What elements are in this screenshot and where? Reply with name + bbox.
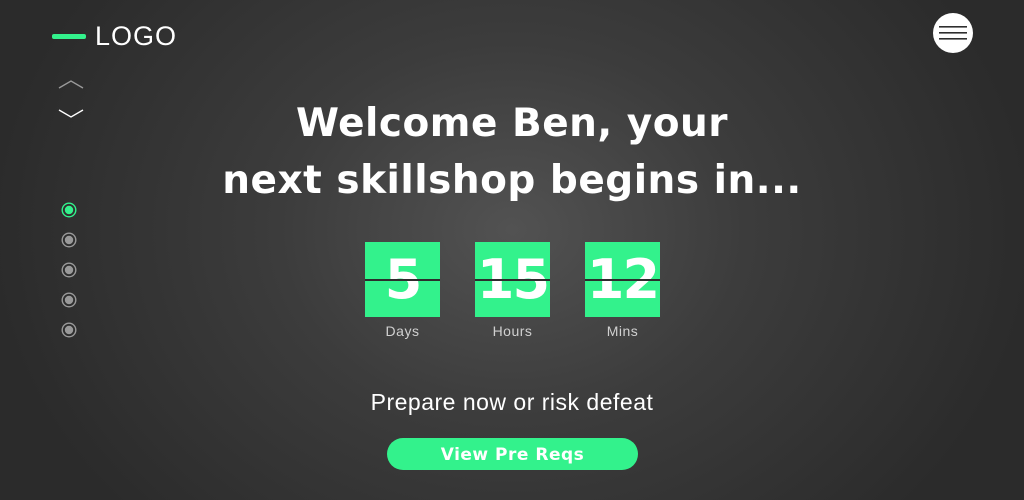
- section-pagination: [61, 202, 81, 352]
- logo-text: LOGO: [95, 20, 178, 51]
- countdown-tile: 15: [475, 242, 550, 317]
- hamburger-icon: [939, 26, 967, 40]
- page-title: Welcome Ben, your next skillshop begins …: [0, 95, 1024, 209]
- pagination-dot[interactable]: [61, 322, 77, 338]
- logo-accent-bar: [52, 33, 86, 39]
- menu-button[interactable]: [933, 13, 973, 53]
- tagline: Prepare now or risk defeat: [370, 389, 654, 415]
- pagination-dot[interactable]: [61, 262, 77, 278]
- chevron-up-icon: [58, 80, 84, 89]
- countdown-hours-label: Hours: [492, 323, 533, 339]
- pagination-dot[interactable]: [61, 292, 77, 308]
- countdown-mins: 12 Mins: [585, 242, 660, 339]
- countdown-mins-label: Mins: [606, 323, 639, 339]
- countdown-hours: 15 Hours: [475, 242, 550, 339]
- headline-line-1: Welcome Ben, your: [295, 101, 729, 146]
- headline-line-2: next skillshop begins in...: [222, 158, 802, 203]
- countdown-timer: 5 Days 15 Hours 12 Mins: [365, 242, 660, 339]
- scroll-up-button[interactable]: [58, 77, 84, 91]
- countdown-tile: 12: [585, 242, 660, 317]
- countdown-tile: 5: [365, 242, 440, 317]
- tile-divider: [585, 279, 660, 281]
- logo[interactable]: LOGO: [52, 20, 177, 52]
- countdown-days-label: Days: [385, 323, 420, 339]
- tile-divider: [365, 279, 440, 281]
- view-pre-reqs-button[interactable]: View Pre Reqs: [387, 438, 638, 470]
- tile-divider: [475, 279, 550, 281]
- countdown-days: 5 Days: [365, 242, 440, 339]
- pagination-dot[interactable]: [61, 232, 77, 248]
